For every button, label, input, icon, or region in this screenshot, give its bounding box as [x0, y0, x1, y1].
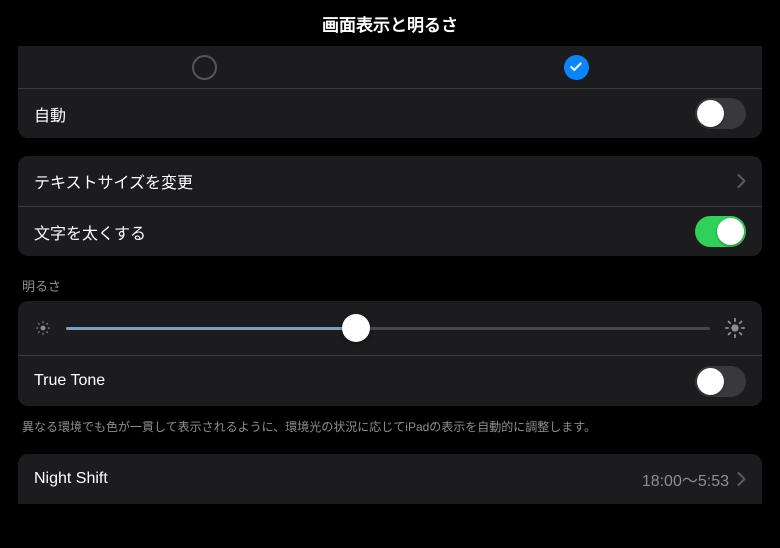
chevron-right-icon: [737, 472, 746, 486]
night-shift-section: Night Shift 18:00～5:53: [18, 454, 762, 504]
bold-text-label: 文字を太くする: [34, 220, 695, 244]
true-tone-toggle[interactable]: [695, 366, 746, 397]
text-size-label: テキストサイズを変更: [34, 169, 737, 193]
text-section: テキストサイズを変更 文字を太くする: [18, 156, 762, 256]
chevron-right-icon: [737, 174, 746, 188]
appearance-selector-row: [18, 46, 762, 88]
brightness-low-icon: [34, 319, 52, 337]
brightness-slider[interactable]: [66, 327, 710, 330]
auto-label: 自動: [34, 102, 695, 126]
text-size-row[interactable]: テキストサイズを変更: [18, 156, 762, 206]
appearance-dark-radio[interactable]: [564, 55, 589, 80]
auto-row: 自動: [18, 88, 762, 138]
true-tone-footer: 異なる環境でも色が一貫して表示されるように、環境光の状況に応じてiPadの表示を…: [18, 412, 762, 436]
true-tone-label: True Tone: [34, 372, 695, 390]
bold-text-row: 文字を太くする: [18, 206, 762, 256]
brightness-header: 明るさ: [18, 274, 762, 301]
night-shift-row[interactable]: Night Shift 18:00～5:53: [18, 454, 762, 504]
night-shift-label: Night Shift: [34, 470, 642, 488]
auto-toggle[interactable]: [695, 98, 746, 129]
brightness-section: True Tone: [18, 301, 762, 406]
true-tone-row: True Tone: [18, 356, 762, 406]
brightness-slider-thumb[interactable]: [342, 314, 370, 342]
appearance-light-radio[interactable]: [192, 55, 217, 80]
page-title: 画面表示と明るさ: [322, 11, 458, 36]
night-shift-detail: 18:00～5:53: [642, 467, 729, 491]
brightness-slider-row: [18, 301, 762, 356]
brightness-high-icon: [724, 317, 746, 339]
appearance-section: 自動: [18, 46, 762, 138]
bold-text-toggle[interactable]: [695, 216, 746, 247]
check-icon: [569, 60, 583, 74]
